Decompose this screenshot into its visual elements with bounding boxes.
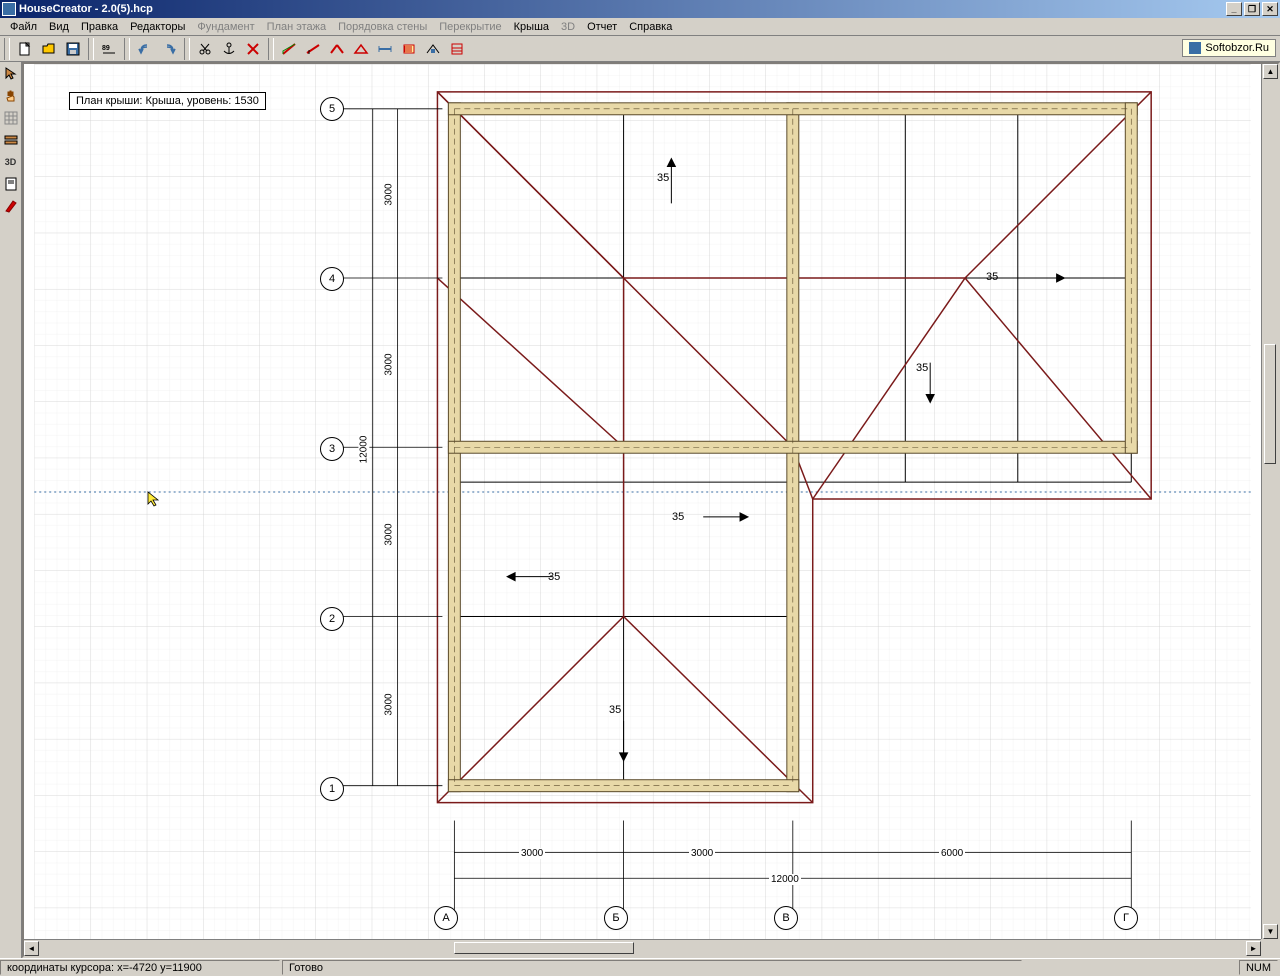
badge-label: Softobzor.Ru: [1205, 42, 1269, 54]
roof-plan-svg: [24, 64, 1261, 939]
slope-right: 35: [986, 271, 998, 283]
slope-rightwing-down: 35: [916, 362, 928, 374]
save-file-icon[interactable]: [62, 38, 84, 60]
slope-mid-right: 35: [672, 511, 684, 523]
drawing-canvas[interactable]: План крыши: Крыша, уровень: 1530 5 4 3 2…: [24, 64, 1261, 939]
roof-area-icon[interactable]: [398, 38, 420, 60]
dim-h-3: 6000: [939, 848, 965, 859]
cut-icon[interactable]: [194, 38, 216, 60]
delete-icon[interactable]: [242, 38, 264, 60]
open-file-icon[interactable]: [38, 38, 60, 60]
axis-row-1: 1: [320, 777, 344, 801]
plan-title-label: План крыши: Крыша, уровень: 1530: [76, 95, 259, 107]
grid-tool-icon[interactable]: [1, 108, 21, 128]
menu-3d: 3D: [555, 19, 581, 35]
status-num: NUM: [1239, 960, 1278, 975]
undo-icon[interactable]: [134, 38, 156, 60]
slope-bottom: 35: [609, 704, 621, 716]
scroll-right-button[interactable]: ►: [1246, 941, 1261, 956]
hand-tool-icon[interactable]: [1, 86, 21, 106]
app-icon: [2, 2, 16, 16]
vertical-scrollbar[interactable]: ▲ ▼: [1261, 64, 1278, 939]
status-coords: координаты курсора: x=-4720 y=11900: [0, 960, 280, 975]
axis-row-3: 3: [320, 437, 344, 461]
roof-panel-icon[interactable]: [278, 38, 300, 60]
menu-file[interactable]: Файл: [4, 19, 43, 35]
select-tool-icon[interactable]: [1, 64, 21, 84]
wall-tool-icon[interactable]: [1, 130, 21, 150]
side-toolbar: 3D: [0, 62, 22, 958]
redo-icon[interactable]: [158, 38, 180, 60]
status-bar: координаты курсора: x=-4720 y=11900 Гото…: [0, 958, 1280, 975]
softobzor-badge[interactable]: Softobzor.Ru: [1182, 39, 1276, 57]
dim-v-total: 12000: [358, 434, 369, 466]
dim-v-3: 3000: [384, 521, 395, 547]
axis-row-2: 2: [320, 607, 344, 631]
scroll-corner: [1261, 939, 1278, 956]
horizontal-scrollbar[interactable]: ◄ ►: [24, 939, 1261, 956]
scroll-up-button[interactable]: ▲: [1263, 64, 1278, 79]
axis-row-5: 5: [320, 97, 344, 121]
marker-tool-icon[interactable]: [1, 196, 21, 216]
roof-ridge-icon[interactable]: [326, 38, 348, 60]
menu-bar: Файл Вид Правка Редакторы Фундамент План…: [0, 18, 1280, 36]
roof-measure-icon[interactable]: [374, 38, 396, 60]
menu-view[interactable]: Вид: [43, 19, 75, 35]
menu-help[interactable]: Справка: [623, 19, 678, 35]
badge-icon: [1189, 42, 1201, 54]
menu-ceiling: Перекрытие: [433, 19, 507, 35]
axis-col-b: Б: [604, 906, 628, 930]
slope-mid-left: 35: [548, 571, 560, 583]
title-bar: HouseCreator - 2.0(5).hcp _ ❐ ✕: [0, 0, 1280, 18]
menu-editors[interactable]: Редакторы: [124, 19, 191, 35]
window-title: HouseCreator - 2.0(5).hcp: [19, 3, 153, 15]
dim-v-2: 3000: [384, 351, 395, 377]
cursor-pointer-icon: [146, 490, 164, 508]
roof-hip-icon[interactable]: [350, 38, 372, 60]
dimension-89-icon[interactable]: 89: [98, 38, 120, 60]
new-file-icon[interactable]: [14, 38, 36, 60]
status-ready: Готово: [282, 960, 1022, 975]
minimize-button[interactable]: _: [1226, 2, 1242, 16]
maximize-button[interactable]: ❐: [1244, 2, 1260, 16]
axis-col-g: Г: [1114, 906, 1138, 930]
main-toolbar: 89 Softobzor.Ru: [0, 36, 1280, 62]
menu-floorplan: План этажа: [261, 19, 332, 35]
scroll-down-button[interactable]: ▼: [1263, 924, 1278, 939]
dim-h-2: 3000: [689, 848, 715, 859]
svg-text:89: 89: [102, 45, 110, 52]
scroll-v-thumb[interactable]: [1264, 344, 1276, 464]
dim-v-4: 3000: [384, 691, 395, 717]
roof-hatch-icon[interactable]: [446, 38, 468, 60]
page-tool-icon[interactable]: [1, 174, 21, 194]
roof-beam-icon[interactable]: [302, 38, 324, 60]
scroll-h-thumb[interactable]: [454, 942, 634, 954]
close-button[interactable]: ✕: [1262, 2, 1278, 16]
axis-col-a: А: [434, 906, 458, 930]
menu-wallorder: Порядовка стены: [332, 19, 433, 35]
scroll-left-button[interactable]: ◄: [24, 941, 39, 956]
slope-top: 35: [657, 172, 669, 184]
3d-view-button[interactable]: 3D: [1, 152, 21, 172]
axis-row-4: 4: [320, 267, 344, 291]
drawing-area-frame: План крыши: Крыша, уровень: 1530 5 4 3 2…: [22, 62, 1280, 958]
anchor-icon[interactable]: [218, 38, 240, 60]
axis-col-v: В: [774, 906, 798, 930]
menu-roof[interactable]: Крыша: [508, 19, 555, 35]
menu-foundation: Фундамент: [191, 19, 260, 35]
roof-settings-icon[interactable]: [422, 38, 444, 60]
menu-edit[interactable]: Правка: [75, 19, 124, 35]
dim-v-1: 3000: [384, 181, 395, 207]
dim-h-total: 12000: [769, 874, 801, 885]
menu-report[interactable]: Отчет: [581, 19, 623, 35]
dim-h-1: 3000: [519, 848, 545, 859]
plan-title-box: План крыши: Крыша, уровень: 1530: [69, 92, 266, 110]
